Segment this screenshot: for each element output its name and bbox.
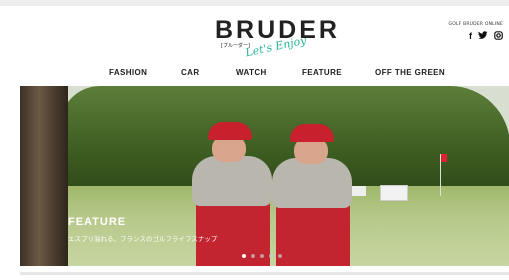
- nav-item-off-the-green[interactable]: OFF THE GREEN: [375, 68, 445, 77]
- nav-item-feature[interactable]: FEATURE: [302, 68, 342, 77]
- site-logo[interactable]: BRUDER [ブルーダー] Let's Enjoy: [215, 16, 340, 59]
- social-links: f: [469, 31, 503, 42]
- tree-trunk: [20, 86, 68, 266]
- nav-item-watch[interactable]: WATCH: [236, 68, 267, 77]
- golfer-left: [188, 122, 276, 266]
- nav-item-car[interactable]: CAR: [181, 68, 200, 77]
- golfer-right: [266, 124, 358, 266]
- top-edge: [0, 0, 509, 6]
- course-sponsor-board: [380, 185, 408, 201]
- hero-caption[interactable]: エスプリ溢れる、フランスのゴルフライフスナップ: [68, 233, 217, 243]
- online-shop-link[interactable]: GOLF BRUDER ONLINE: [449, 22, 503, 27]
- twitter-icon-glyph: [478, 31, 488, 39]
- slider-dots: [242, 254, 282, 258]
- facebook-icon[interactable]: f: [469, 31, 472, 42]
- twitter-icon[interactable]: [478, 31, 488, 42]
- golfer-right-sweater: [272, 158, 352, 208]
- slider-dot-5[interactable]: [278, 254, 282, 258]
- slider-dot-3[interactable]: [260, 254, 264, 258]
- slider-dot-4[interactable]: [269, 254, 273, 258]
- golfer-left-cap: [208, 122, 252, 140]
- logo-wordmark: BRUDER: [215, 16, 340, 44]
- main-nav: FASHION CAR WATCH FEATURE OFF THE GREEN: [0, 68, 509, 82]
- golfer-right-cap: [290, 124, 334, 142]
- hero-slider[interactable]: FEATURE エスプリ溢れる、フランスのゴルフライフスナップ: [20, 86, 509, 266]
- instagram-icon[interactable]: [494, 31, 503, 42]
- instagram-icon-glyph: [494, 31, 503, 40]
- golfer-left-sweater: [192, 156, 272, 206]
- nav-item-fashion[interactable]: FASHION: [109, 68, 147, 77]
- page: BRUDER [ブルーダー] Let's Enjoy GOLF BRUDER O…: [0, 0, 509, 280]
- hero-category-label[interactable]: FEATURE: [68, 216, 126, 228]
- slider-dot-2[interactable]: [251, 254, 255, 258]
- slider-dot-1[interactable]: [242, 254, 246, 258]
- section-divider: [20, 272, 509, 275]
- golf-flag: [441, 154, 447, 162]
